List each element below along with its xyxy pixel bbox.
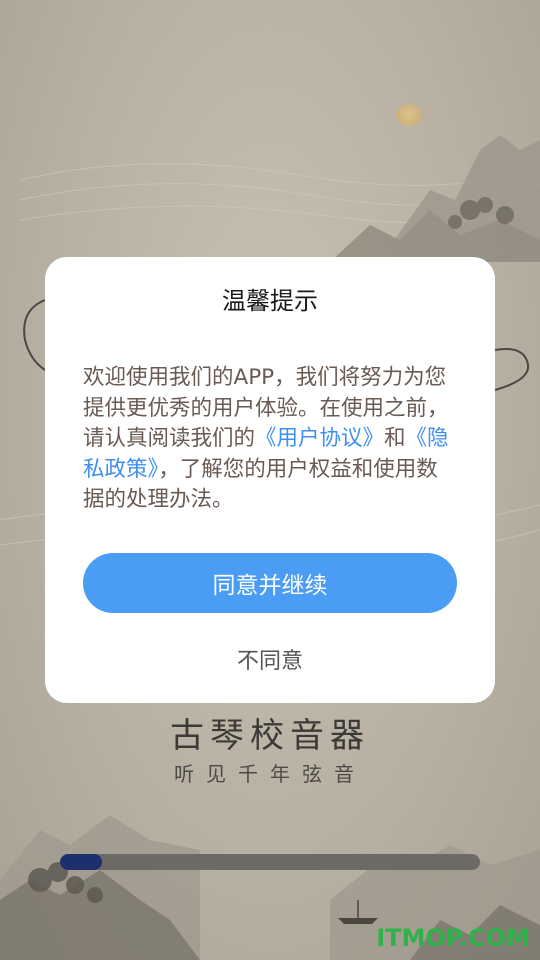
dialog-title: 温馨提示 (222, 287, 318, 315)
disagree-button[interactable]: 不同意 (45, 643, 495, 675)
agree-continue-button[interactable]: 同意并继续 (83, 553, 457, 613)
body-text-2: 和 (384, 426, 406, 451)
privacy-dialog: 温馨提示 欢迎使用我们的APP，我们将努力为您提供更优秀的用户体验。在使用之前，… (45, 257, 495, 703)
user-agreement-link[interactable]: 《用户协议》 (255, 426, 384, 451)
dialog-body: 欢迎使用我们的APP，我们将努力为您提供更优秀的用户体验。在使用之前，请认真阅读… (83, 363, 459, 516)
